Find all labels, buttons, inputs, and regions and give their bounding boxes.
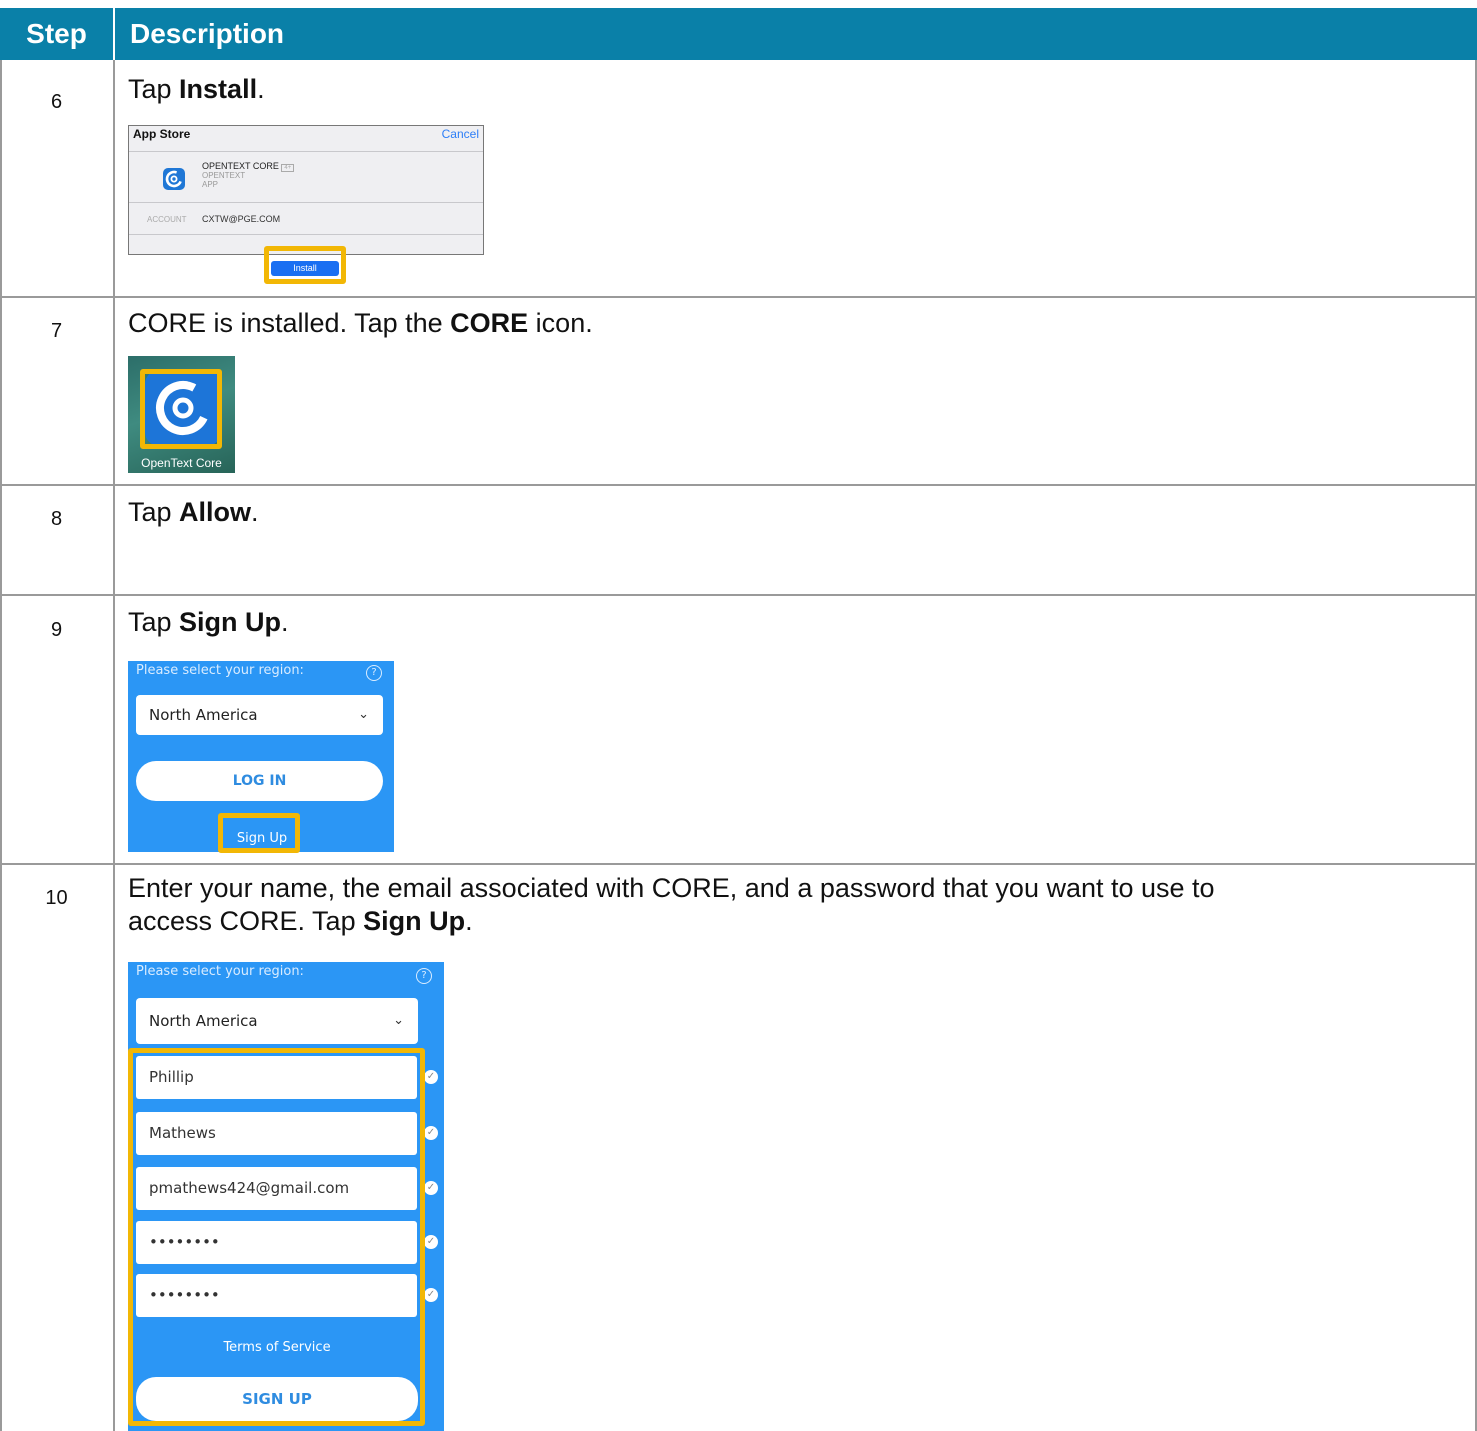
header-divider <box>113 8 115 60</box>
step-description: CORE is installed. Tap the CORE icon. <box>128 308 593 338</box>
check-icon: ✓ <box>424 1126 438 1140</box>
install-highlight <box>264 246 346 284</box>
login-button[interactable]: LOG IN <box>136 761 383 801</box>
step-number: 6 <box>50 91 63 113</box>
region-select[interactable]: North America ⌄ <box>136 998 418 1044</box>
grid-line <box>0 863 1477 865</box>
divider <box>129 202 483 203</box>
app-store-dialog: App Store Cancel OPENTEXT CORE 4+ OPENTE… <box>128 125 484 276</box>
core-icon-highlight <box>140 369 222 449</box>
grid-line <box>0 60 2 1431</box>
header-description: Description <box>130 18 285 49</box>
help-icon[interactable]: ? <box>416 968 432 984</box>
age-badge: 4+ <box>281 164 295 172</box>
developer-name: OPENTEXT <box>202 171 246 180</box>
table-header: Step Description <box>0 8 1477 60</box>
step-description: Enter your name, the email associated wi… <box>128 872 1215 938</box>
check-icon: ✓ <box>424 1070 438 1084</box>
check-icon: ✓ <box>424 1181 438 1195</box>
header-step: Step <box>26 18 87 49</box>
account-label: ACCOUNT <box>147 215 187 224</box>
account-value: CXTW@PGE.COM <box>202 214 281 224</box>
chevron-down-icon: ⌄ <box>393 1013 404 1028</box>
divider <box>129 151 483 152</box>
signup-highlight <box>218 813 300 853</box>
step-number: 8 <box>50 508 63 530</box>
grid-line <box>113 60 115 1431</box>
step-number: 7 <box>50 320 63 342</box>
grid-line <box>0 594 1477 596</box>
description-line: access CORE. Tap Sign Up. <box>128 906 473 936</box>
step-description: Tap Install. <box>128 74 265 104</box>
check-icon: ✓ <box>424 1288 438 1302</box>
app-caption: OpenText Core <box>141 456 222 470</box>
cancel-button[interactable]: Cancel <box>442 127 479 141</box>
description-line: Enter your name, the email associated wi… <box>128 873 1215 903</box>
region-value: North America <box>149 706 258 724</box>
region-prompt: Please select your region: <box>136 964 304 979</box>
step-description: Tap Sign Up. <box>128 607 289 637</box>
grid-line <box>0 484 1477 486</box>
chevron-down-icon: ⌄ <box>358 707 369 722</box>
region-select[interactable]: North America ⌄ <box>136 695 383 735</box>
signup-form-highlight <box>128 1048 425 1426</box>
region-value: North America <box>149 1012 258 1030</box>
app-store-title: App Store <box>133 127 191 141</box>
help-icon[interactable]: ? <box>366 665 382 681</box>
check-icon: ✓ <box>424 1235 438 1249</box>
app-type: APP <box>202 180 219 189</box>
grid-line <box>0 296 1477 298</box>
region-prompt: Please select your region: <box>136 663 304 678</box>
step-description: Tap Allow. <box>128 497 259 527</box>
divider <box>129 234 483 235</box>
step-number: 9 <box>50 619 63 641</box>
step-number: 10 <box>45 887 68 909</box>
opentext-core-app-icon <box>163 168 185 190</box>
